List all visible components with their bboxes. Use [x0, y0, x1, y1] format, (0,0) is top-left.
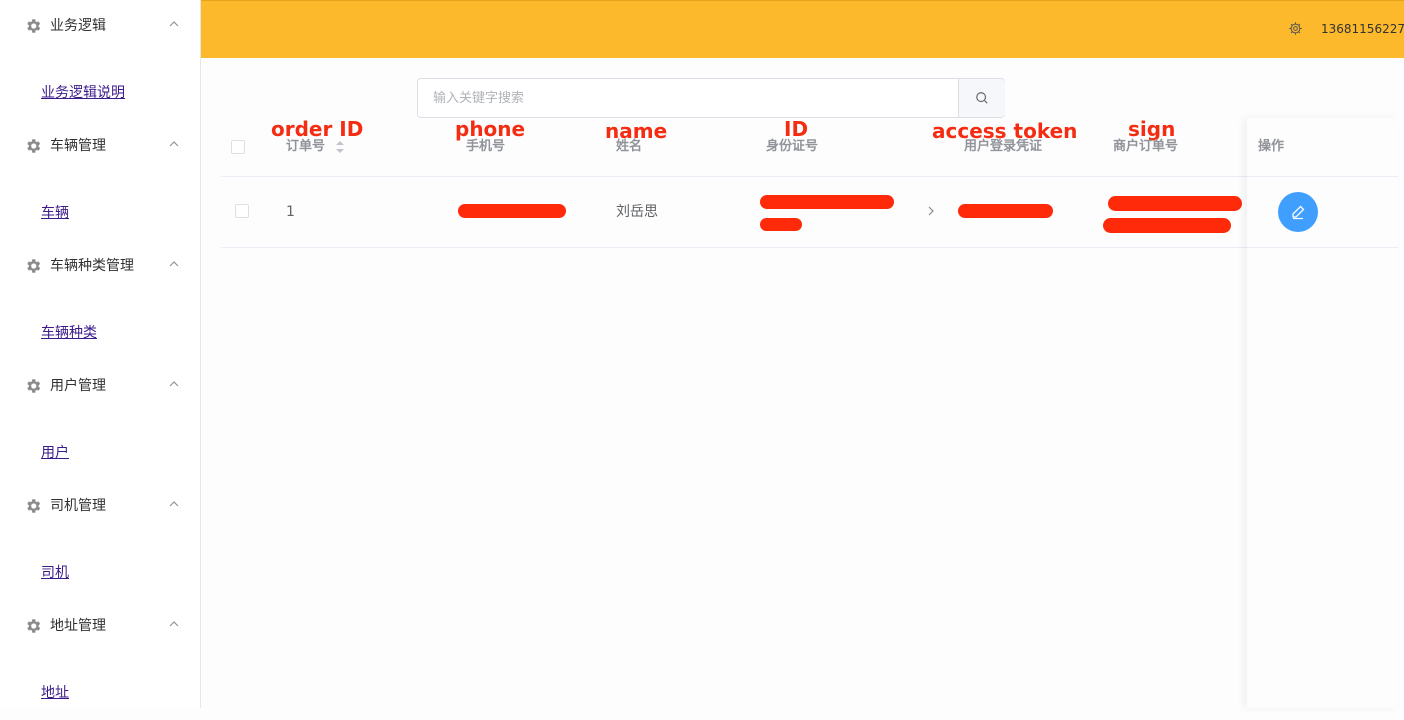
cell-order-id: 1	[286, 204, 295, 220]
chevron-up-icon	[169, 381, 179, 387]
column-header-phone: 手机号	[466, 139, 506, 154]
sort-caret-icon[interactable]	[335, 140, 345, 154]
menu-title: 业务逻辑	[50, 18, 106, 34]
menu-item-business-desc[interactable]: 业务逻辑说明	[41, 84, 125, 102]
gear-icon	[27, 259, 41, 273]
menu-head-user[interactable]: 用户管理	[0, 360, 200, 412]
menu-head-vehicle-type[interactable]: 车辆种类管理	[0, 240, 200, 292]
menu-title: 地址管理	[50, 618, 106, 634]
menu-group-address: 地址管理 地址	[0, 600, 200, 720]
table-row: 1 刘岳思	[221, 177, 1398, 248]
redaction-id-line2	[760, 218, 802, 231]
menu-head-driver[interactable]: 司机管理	[0, 480, 200, 532]
column-header-name: 姓名	[616, 139, 643, 154]
fixed-actions-column	[1247, 118, 1398, 708]
chevron-up-icon	[169, 21, 179, 27]
menu-title: 车辆管理	[50, 138, 106, 154]
menu-item-vehicle-type[interactable]: 车辆种类	[41, 324, 97, 342]
user-account[interactable]: 13681156227	[1321, 21, 1404, 37]
redaction-sign-line1	[1108, 196, 1242, 211]
column-header-order-no[interactable]: 订单号	[286, 139, 325, 155]
top-bar: 13681156227	[201, 0, 1404, 58]
search-input[interactable]	[418, 79, 958, 117]
search-icon	[976, 92, 988, 104]
edit-button[interactable]	[1278, 192, 1318, 232]
search-box	[417, 78, 1005, 118]
gear-icon	[27, 619, 41, 633]
menu-title: 车辆种类管理	[50, 258, 134, 274]
column-header-id-number: 身份证号	[766, 139, 819, 154]
redaction-phone	[458, 204, 566, 218]
menu-title: 用户管理	[50, 378, 106, 394]
column-header-merchant-order: 商户订单号	[1113, 139, 1179, 154]
menu-group-vehicle-type: 车辆种类管理 车辆种类	[0, 240, 200, 360]
menu-item-address[interactable]: 地址	[41, 684, 69, 702]
table-header: 订单号 手机号 姓名 身份证号 用户登录凭证 商户订单号 操作	[221, 118, 1398, 177]
gear-icon	[27, 379, 41, 393]
cell-name: 刘岳思	[616, 204, 658, 220]
gear-icon	[27, 139, 41, 153]
menu-item-user[interactable]: 用户	[41, 444, 69, 462]
redaction-sign-line2	[1103, 218, 1231, 233]
menu-group-business: 业务逻辑 业务逻辑说明	[0, 0, 200, 120]
menu-item-vehicle[interactable]: 车辆	[41, 204, 69, 222]
row-checkbox[interactable]	[235, 204, 249, 218]
select-all-checkbox[interactable]	[231, 140, 245, 154]
menu-group-vehicle: 车辆管理 车辆	[0, 120, 200, 240]
chevron-up-icon	[169, 141, 179, 147]
gear-icon	[27, 499, 41, 513]
redaction-id-line1	[760, 195, 894, 209]
gear-icon	[27, 19, 41, 33]
chevron-right-icon[interactable]	[927, 205, 935, 217]
sidebar: 业务逻辑 业务逻辑说明 车辆管理 车辆 车辆种类管理 车辆种类 用户管理 用户	[0, 0, 201, 708]
column-header-login-token: 用户登录凭证	[964, 139, 1043, 154]
edit-icon	[1292, 205, 1305, 220]
menu-item-driver[interactable]: 司机	[41, 564, 69, 582]
search-button[interactable]	[958, 79, 1005, 117]
menu-head-business[interactable]: 业务逻辑	[0, 0, 200, 52]
menu-group-user: 用户管理 用户	[0, 360, 200, 480]
menu-head-address[interactable]: 地址管理	[0, 600, 200, 652]
menu-head-vehicle[interactable]: 车辆管理	[0, 120, 200, 172]
chevron-up-icon	[169, 621, 179, 627]
settings-icon[interactable]	[1288, 21, 1303, 36]
chevron-up-icon	[169, 261, 179, 267]
menu-group-driver: 司机管理 司机	[0, 480, 200, 600]
redaction-token	[958, 204, 1053, 218]
menu-title: 司机管理	[50, 498, 106, 514]
chevron-up-icon	[169, 501, 179, 507]
